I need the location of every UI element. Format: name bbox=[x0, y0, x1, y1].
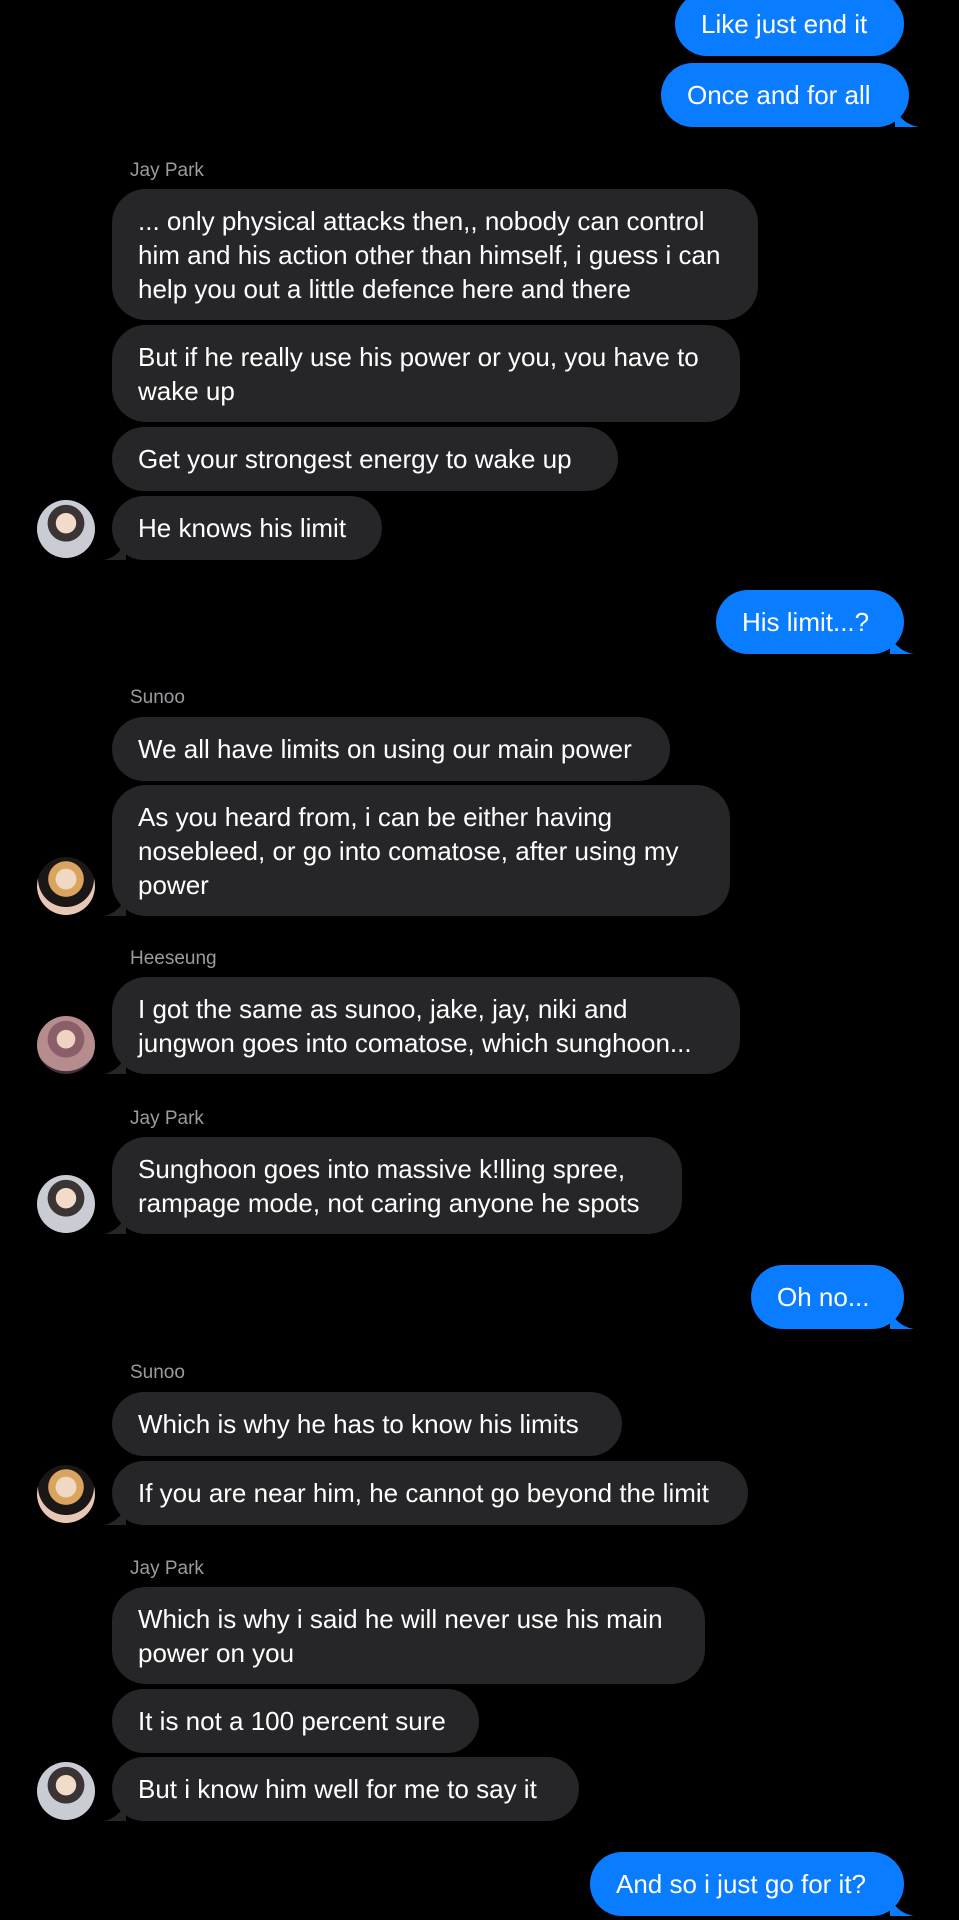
sender-name: Sunoo bbox=[130, 687, 185, 708]
jay-park-avatar[interactable] bbox=[37, 1175, 95, 1233]
incoming-message[interactable]: We all have limits on using our main pow… bbox=[112, 717, 670, 781]
incoming-message[interactable]: Which is why i said he will never use hi… bbox=[112, 1587, 705, 1684]
sunoo-avatar[interactable] bbox=[37, 1465, 95, 1523]
incoming-message[interactable]: ... only physical attacks then,, nobody … bbox=[112, 189, 758, 320]
sender-name: Jay Park bbox=[130, 160, 204, 181]
incoming-message[interactable]: It is not a 100 percent sure bbox=[112, 1689, 479, 1753]
incoming-message[interactable]: As you heard from, i can be either havin… bbox=[112, 785, 730, 916]
outgoing-message[interactable]: Oh no... bbox=[751, 1265, 904, 1329]
outgoing-message[interactable]: Like just end it bbox=[675, 0, 904, 56]
incoming-message[interactable]: Which is why he has to know his limits bbox=[112, 1392, 622, 1456]
jay-park-avatar[interactable] bbox=[37, 500, 95, 558]
sender-name: Heeseung bbox=[130, 948, 217, 969]
incoming-message[interactable]: But if he really use his power or you, y… bbox=[112, 325, 740, 422]
incoming-message[interactable]: If you are near him, he cannot go beyond… bbox=[112, 1461, 748, 1525]
outgoing-message[interactable]: Once and for all bbox=[661, 63, 909, 127]
incoming-message[interactable]: He knows his limit bbox=[112, 496, 382, 560]
outgoing-message[interactable]: His limit...? bbox=[716, 590, 904, 654]
heeseung-avatar[interactable] bbox=[37, 1016, 95, 1074]
outgoing-message[interactable]: And so i just go for it? bbox=[590, 1852, 904, 1916]
incoming-message[interactable]: I got the same as sunoo, jake, jay, niki… bbox=[112, 977, 740, 1074]
sender-name: Jay Park bbox=[130, 1558, 204, 1579]
incoming-message[interactable]: Get your strongest energy to wake up bbox=[112, 427, 618, 491]
incoming-message[interactable]: But i know him well for me to say it bbox=[112, 1757, 579, 1821]
sunoo-avatar[interactable] bbox=[37, 857, 95, 915]
incoming-message[interactable]: Sunghoon goes into massive k!lling spree… bbox=[112, 1137, 682, 1234]
jay-park-avatar[interactable] bbox=[37, 1762, 95, 1820]
sender-name: Jay Park bbox=[130, 1108, 204, 1129]
sender-name: Sunoo bbox=[130, 1362, 185, 1383]
